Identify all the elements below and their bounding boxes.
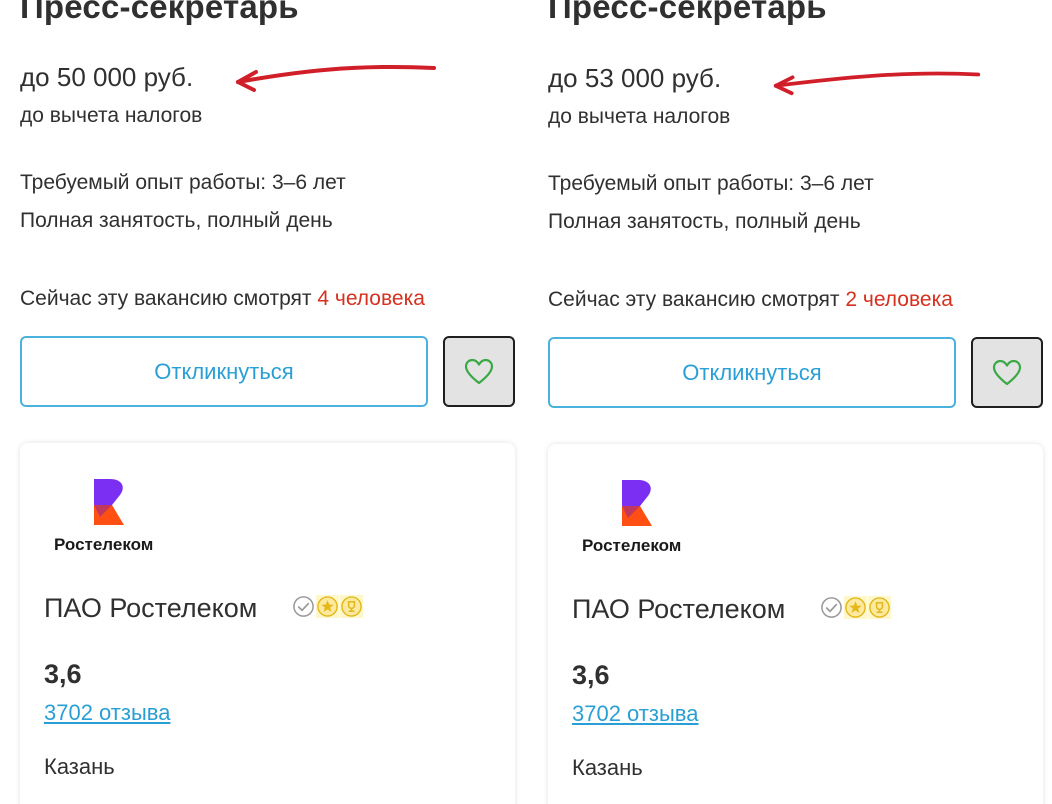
company-badges	[292, 595, 363, 618]
employment-type: Полная занятость, полный день	[548, 210, 861, 233]
verified-check-icon[interactable]	[292, 595, 315, 618]
viewers-count: 4 человека	[317, 287, 425, 310]
company-logo-text: Ростелеком	[582, 536, 682, 555]
company-card: Ростелеком ПАО Ростелеком 3,6 3702 отзыв…	[548, 444, 1043, 804]
hand-drawn-arrow-annotation	[773, 71, 981, 96]
trophy-badge-icon[interactable]	[340, 595, 363, 618]
reviews-link[interactable]: 3702 отзыва	[44, 700, 170, 726]
viewers-info: Сейчас эту вакансию смотрят 2 человека	[548, 288, 953, 312]
employment-type: Полная занятость, полный день	[20, 209, 333, 232]
reviews-link[interactable]: 3702 отзыва	[572, 701, 698, 727]
salary: до 53 000 руб.	[548, 63, 722, 93]
page: Пресс-секретарь до 50 000 руб. до вычета…	[0, 0, 1052, 804]
trophy-badge-icon[interactable]	[868, 596, 891, 619]
viewers-prefix: Сейчас эту вакансию смотрят	[548, 288, 846, 311]
company-name[interactable]: ПАО Ростелеком	[572, 594, 785, 625]
heart-icon	[464, 358, 494, 384]
vacancy-title: Пресс-секретарь	[20, 0, 299, 25]
heart-icon	[992, 359, 1022, 385]
vacancy-column-left: Пресс-секретарь до 50 000 руб. до вычета…	[20, 0, 520, 804]
company-badges	[820, 596, 891, 619]
experience-requirement: Требуемый опыт работы: 3–6 лет	[20, 171, 346, 194]
viewers-count: 2 человека	[845, 288, 953, 311]
verified-check-icon[interactable]	[820, 596, 843, 619]
company-rating: 3,6	[44, 659, 82, 689]
favorite-button[interactable]	[971, 337, 1043, 408]
star-badge-icon[interactable]	[316, 595, 339, 618]
company-logo-text: Ростелеком	[54, 535, 154, 554]
viewers-info: Сейчас эту вакансию смотрят 4 человека	[20, 287, 425, 311]
hand-drawn-arrow-annotation	[236, 64, 436, 92]
vacancy-city: Казань	[572, 755, 643, 780]
salary-note: до вычета налогов	[20, 104, 203, 127]
company-card: Ростелеком ПАО Ростелеком 3,6 3702 отзыв…	[20, 443, 515, 804]
salary-note: до вычета налогов	[548, 105, 731, 128]
respond-button[interactable]: Откликнуться	[548, 337, 956, 408]
viewers-prefix: Сейчас эту вакансию смотрят	[20, 287, 318, 310]
company-name[interactable]: ПАО Ростелеком	[44, 593, 257, 624]
rostelecom-logo-icon	[622, 480, 652, 526]
favorite-button[interactable]	[443, 336, 515, 407]
respond-button[interactable]: Откликнуться	[20, 336, 428, 407]
rostelecom-logo-icon	[94, 479, 124, 525]
salary: до 50 000 руб.	[20, 62, 194, 92]
vacancy-title: Пресс-секретарь	[548, 0, 827, 25]
vacancy-city: Казань	[44, 754, 115, 779]
star-badge-icon[interactable]	[844, 596, 867, 619]
experience-requirement: Требуемый опыт работы: 3–6 лет	[548, 172, 874, 195]
vacancy-column-right: Пресс-секретарь до 53 000 руб. до вычета…	[548, 0, 1048, 804]
company-rating: 3,6	[572, 660, 610, 690]
